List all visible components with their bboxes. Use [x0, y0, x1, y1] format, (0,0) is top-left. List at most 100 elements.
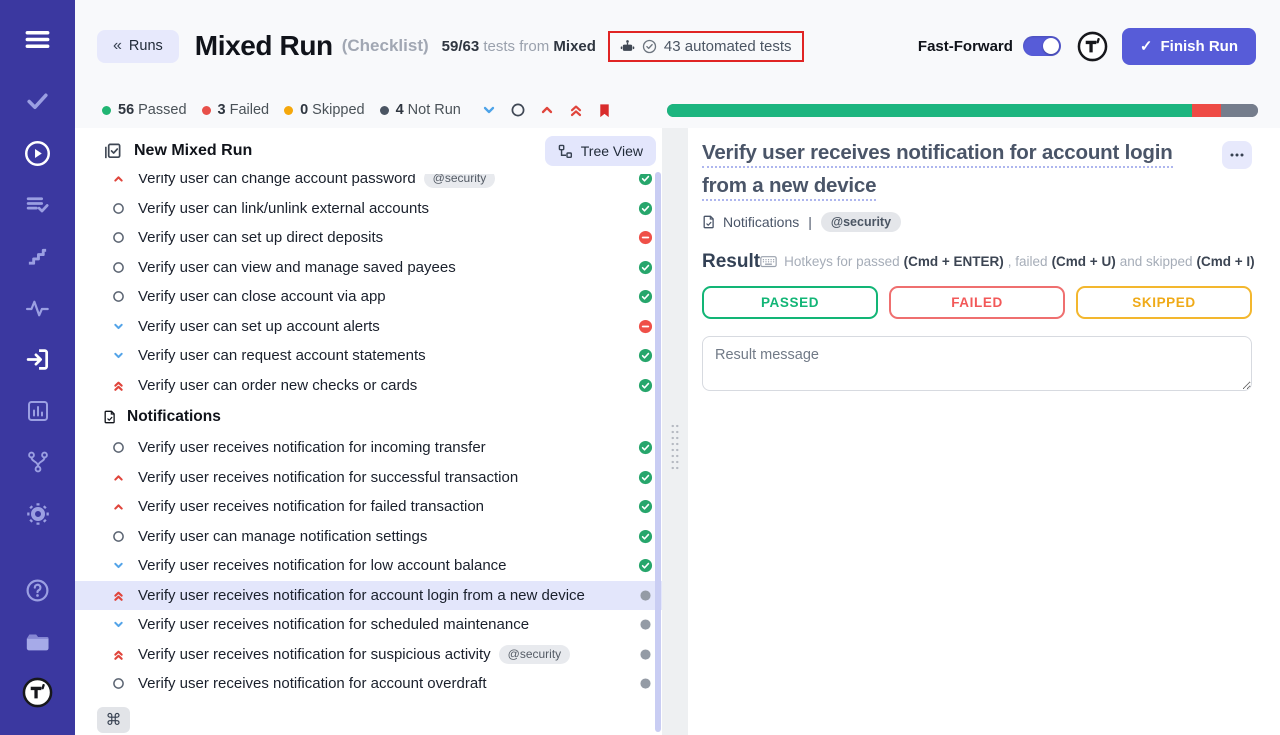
list-check-icon [25, 192, 50, 217]
test-row[interactable]: Verify user can manage notification sett… [75, 522, 662, 552]
section-header[interactable]: Notifications [75, 400, 662, 433]
branch-icon [26, 450, 50, 474]
status-dot [102, 106, 111, 115]
filter-circle-icon[interactable] [510, 102, 526, 118]
menu-icon [24, 26, 51, 53]
test-row[interactable]: Verify user can close account via app [75, 282, 662, 312]
result-heading: Result [702, 251, 760, 273]
double-chevron-left-icon: « [113, 38, 122, 54]
status-notrun-icon [638, 676, 653, 691]
test-row[interactable]: Verify user receives notification for ac… [75, 669, 662, 699]
help-icon [25, 578, 50, 603]
resize-handle-icon [671, 423, 680, 471]
status-failed-icon [638, 319, 653, 334]
progress-passed-segment [667, 104, 1193, 117]
document-icon [103, 410, 117, 424]
sidebar-item-runs[interactable] [0, 140, 75, 167]
document-icon [702, 215, 716, 229]
sidebar-nav [0, 0, 75, 735]
breadcrumb-suite[interactable]: Notifications [723, 214, 799, 230]
sidebar-item-branches[interactable] [0, 450, 75, 474]
test-row[interactable]: Verify user receives notification for sc… [75, 610, 662, 640]
test-title: Verify user can set up direct deposits [138, 229, 383, 246]
test-row[interactable]: Verify user can set up account alerts [75, 312, 662, 342]
sidebar-item-steps[interactable] [0, 245, 75, 268]
gear-icon [26, 502, 50, 526]
tree-view-button[interactable]: Tree View [545, 136, 656, 166]
test-row[interactable]: Verify user receives notification for in… [75, 433, 662, 463]
status-passed-icon [638, 201, 653, 216]
hotkeys-hint: Hotkeys for passed (Cmd + ENTER) , faile… [760, 254, 1255, 269]
sidebar-item-pulse[interactable] [0, 296, 75, 321]
test-row[interactable]: Verify user can link/unlink external acc… [75, 194, 662, 224]
breadcrumb: Notifications | @security [702, 212, 1252, 232]
run-type-label: (Checklist) [342, 36, 429, 56]
filter-chevron-up-icon[interactable] [539, 102, 555, 118]
panel-resize-gutter[interactable] [662, 128, 688, 735]
failed-button[interactable]: FAILED [889, 286, 1065, 319]
ellipsis-icon [1236, 154, 1239, 157]
sidebar-item-menu[interactable] [0, 26, 75, 53]
test-row[interactable]: Verify user receives notification for su… [75, 463, 662, 493]
command-shortcut-pill[interactable]: ⌘ [97, 707, 130, 733]
status-passed-icon [638, 174, 653, 186]
tests-source-label: Mixed [553, 38, 596, 55]
filter-double-chevron-up-icon[interactable] [568, 102, 584, 118]
sidebar-item-help[interactable] [0, 578, 75, 603]
filter-chevron-down-icon[interactable] [481, 102, 497, 118]
priority-normal-icon [111, 529, 127, 544]
test-title: Verify user can order new checks or card… [138, 377, 417, 394]
test-row[interactable]: Verify user receives notification for lo… [75, 551, 662, 581]
hotkey-passed: (Cmd + ENTER) [904, 254, 1004, 269]
sidebar-item-test-plans[interactable] [0, 192, 75, 217]
test-row[interactable]: Verify user receives notification for ac… [75, 581, 662, 611]
stat-not-run: 4Not Run [380, 102, 461, 118]
test-title: Verify user receives notification for fa… [138, 498, 484, 515]
test-title: Verify user receives notification for su… [138, 646, 491, 663]
more-options-button[interactable] [1222, 141, 1252, 169]
status-passed-icon [638, 378, 653, 393]
test-title: Verify user receives notification for su… [138, 469, 518, 486]
test-row[interactable]: Verify user receives notification for fa… [75, 492, 662, 522]
test-detail-title[interactable]: Verify user receives notification for ac… [702, 137, 1207, 203]
testomat-logo[interactable] [1077, 31, 1108, 62]
runs-button-label: Runs [129, 38, 163, 54]
back-to-runs-button[interactable]: « Runs [97, 30, 179, 63]
keyboard-icon [760, 255, 777, 268]
test-row[interactable]: Verify user receives notification for su… [75, 640, 662, 670]
stat-passed: 56Passed [102, 102, 187, 118]
security-tag[interactable]: @security [821, 212, 901, 232]
filter-bookmark-icon[interactable] [597, 103, 612, 118]
priority-high-icon [111, 470, 127, 485]
sidebar-item-logo[interactable] [0, 677, 75, 708]
sidebar-item-settings[interactable] [0, 502, 75, 526]
finish-run-button[interactable]: ✓ Finish Run [1122, 28, 1256, 65]
priority-low-icon [111, 617, 127, 632]
list-scrollbar[interactable] [655, 172, 661, 732]
main-area: « Runs Mixed Run (Checklist) 59/63 tests… [75, 0, 1280, 735]
test-row[interactable]: Verify user can order new checks or card… [75, 371, 662, 401]
test-rows: Verify user can change account password@… [75, 174, 662, 735]
app-window: « Runs Mixed Run (Checklist) 59/63 tests… [0, 0, 1280, 735]
logo-icon [22, 677, 53, 708]
priority-normal-icon [111, 260, 127, 275]
breadcrumb-separator: | [808, 214, 812, 230]
status-dot [202, 106, 211, 115]
sidebar-item-projects[interactable] [0, 629, 75, 656]
priority-high-icon [111, 499, 127, 514]
passed-button[interactable]: PASSED [702, 286, 878, 319]
fast-forward-toggle[interactable] [1023, 36, 1061, 56]
test-row[interactable]: Verify user can set up direct deposits [75, 223, 662, 253]
test-row[interactable]: Verify user can view and manage saved pa… [75, 253, 662, 283]
sidebar-item-analytics[interactable] [0, 399, 75, 423]
skipped-button[interactable]: SKIPPED [1076, 286, 1252, 319]
sidebar-item-tests[interactable] [0, 88, 75, 113]
content-area: New Mixed Run Tree View Verify user can … [75, 128, 1280, 735]
status-dot [380, 106, 389, 115]
topbar: « Runs Mixed Run (Checklist) 59/63 tests… [75, 0, 1280, 92]
sidebar-item-import[interactable] [0, 347, 75, 372]
check-icon [25, 88, 50, 113]
test-row[interactable]: Verify user can request account statemen… [75, 341, 662, 371]
test-row[interactable]: Verify user can change account password@… [75, 174, 662, 194]
result-message-input[interactable] [702, 336, 1252, 391]
